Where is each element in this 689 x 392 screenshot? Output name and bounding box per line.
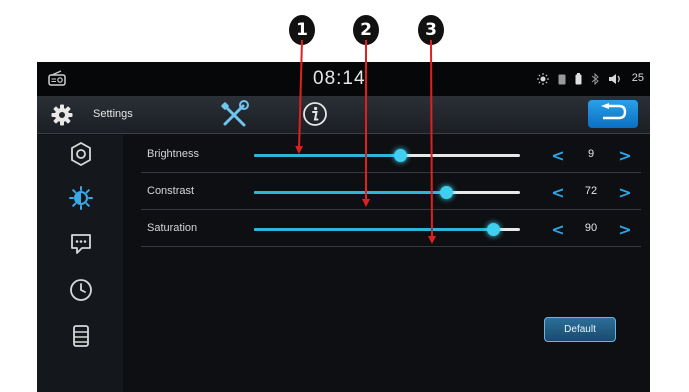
default-button[interactable]: Default bbox=[544, 317, 616, 342]
callout-3: 3 bbox=[418, 15, 444, 45]
display-settings-icon bbox=[69, 185, 93, 215]
general-settings-icon bbox=[69, 141, 93, 171]
callout-2: 2 bbox=[353, 15, 379, 45]
setting-label: Brightness bbox=[147, 148, 199, 160]
increase-button[interactable]: > bbox=[617, 182, 633, 202]
setting-value: 90 bbox=[584, 222, 598, 234]
sun-icon bbox=[537, 72, 549, 90]
slider-thumb[interactable] bbox=[439, 186, 453, 199]
tools-icon[interactable] bbox=[217, 100, 253, 135]
decrease-button[interactable]: < bbox=[550, 219, 566, 239]
slider-thumb[interactable] bbox=[394, 149, 408, 162]
sidebar-item-clock[interactable] bbox=[61, 273, 101, 311]
decrease-button[interactable]: < bbox=[550, 145, 566, 165]
callout-1: 1 bbox=[289, 15, 315, 45]
settings-header: Settings bbox=[37, 96, 650, 134]
back-button[interactable] bbox=[588, 100, 638, 128]
slider-fill bbox=[254, 154, 401, 157]
sidebar bbox=[37, 135, 123, 392]
contrast-row: Constrast < 72 > bbox=[141, 174, 641, 210]
brightness-row: Brightness < 9 > bbox=[141, 137, 641, 173]
saturation-row: Saturation < 90 > bbox=[141, 211, 641, 247]
storage-icon bbox=[69, 324, 93, 353]
sidebar-item-general[interactable] bbox=[61, 137, 101, 175]
contrast-slider[interactable] bbox=[254, 186, 520, 199]
saturation-slider[interactable] bbox=[254, 223, 520, 236]
setting-label: Saturation bbox=[147, 222, 198, 234]
clock: 08:14 bbox=[313, 68, 366, 89]
increase-button[interactable]: > bbox=[617, 145, 633, 165]
radio-icon bbox=[48, 70, 66, 91]
setting-label: Constrast bbox=[147, 185, 195, 197]
setting-value: 9 bbox=[587, 148, 595, 160]
sidebar-item-messages[interactable] bbox=[61, 227, 101, 265]
info-icon[interactable] bbox=[302, 101, 328, 132]
display-settings-panel: Brightness < 9 > Constrast < 72 > Satura… bbox=[123, 135, 650, 392]
brightness-slider[interactable] bbox=[254, 149, 520, 162]
device-screen: 08:14 25 Settings Brightness < 9 > Const… bbox=[37, 62, 650, 392]
sidebar-item-storage[interactable] bbox=[61, 319, 101, 357]
page-title: Settings bbox=[93, 108, 133, 120]
volume-level: 25 bbox=[631, 72, 644, 84]
bluetooth-icon bbox=[591, 72, 599, 90]
message-icon bbox=[69, 232, 93, 261]
clock-icon bbox=[69, 278, 93, 307]
slider-thumb[interactable] bbox=[487, 223, 501, 236]
back-arrow-icon bbox=[599, 102, 627, 126]
slider-fill bbox=[254, 228, 494, 231]
slider-fill bbox=[254, 191, 446, 194]
increase-button[interactable]: > bbox=[617, 219, 633, 239]
decrease-button[interactable]: < bbox=[550, 182, 566, 202]
sidebar-item-display[interactable] bbox=[61, 181, 101, 219]
battery-icon bbox=[575, 72, 582, 90]
status-bar: 08:14 25 bbox=[37, 62, 650, 96]
sim-icon bbox=[558, 72, 566, 90]
speaker-icon bbox=[608, 72, 622, 90]
setting-value: 72 bbox=[584, 185, 598, 197]
gear-icon bbox=[51, 104, 73, 131]
